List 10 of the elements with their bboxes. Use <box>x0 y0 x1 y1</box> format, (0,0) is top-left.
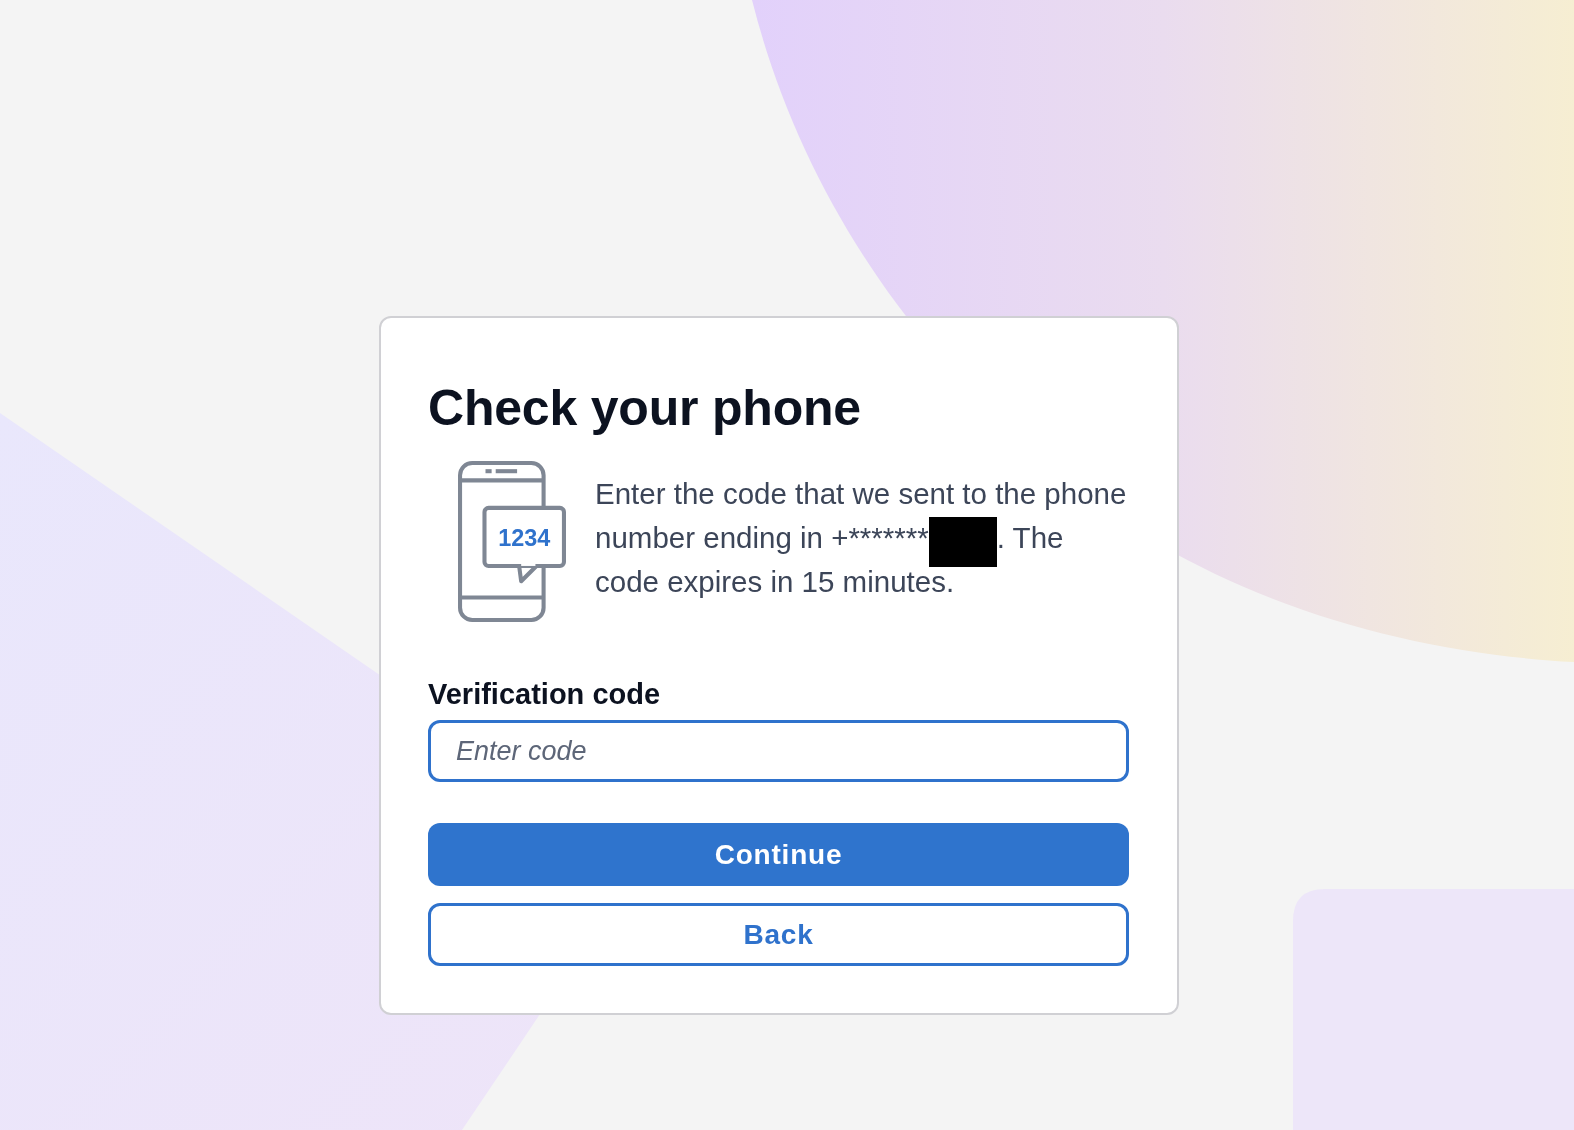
field-label: Verification code <box>428 677 662 711</box>
instruction-text: . The <box>996 521 1064 554</box>
instruction-text: Enter the code that we sent to the phone <box>595 477 1127 510</box>
instruction-text: code expires in 15 minutes. <box>595 565 955 598</box>
sample-code-text: 1234 <box>498 524 551 551</box>
back-button[interactable]: Back <box>428 903 1129 966</box>
continue-button[interactable]: Continue <box>428 823 1129 886</box>
code-input[interactable]: Enter code <box>428 720 1129 782</box>
instruction-text: number ending in +******* <box>595 521 929 554</box>
page-title: Check your phone <box>428 379 862 438</box>
